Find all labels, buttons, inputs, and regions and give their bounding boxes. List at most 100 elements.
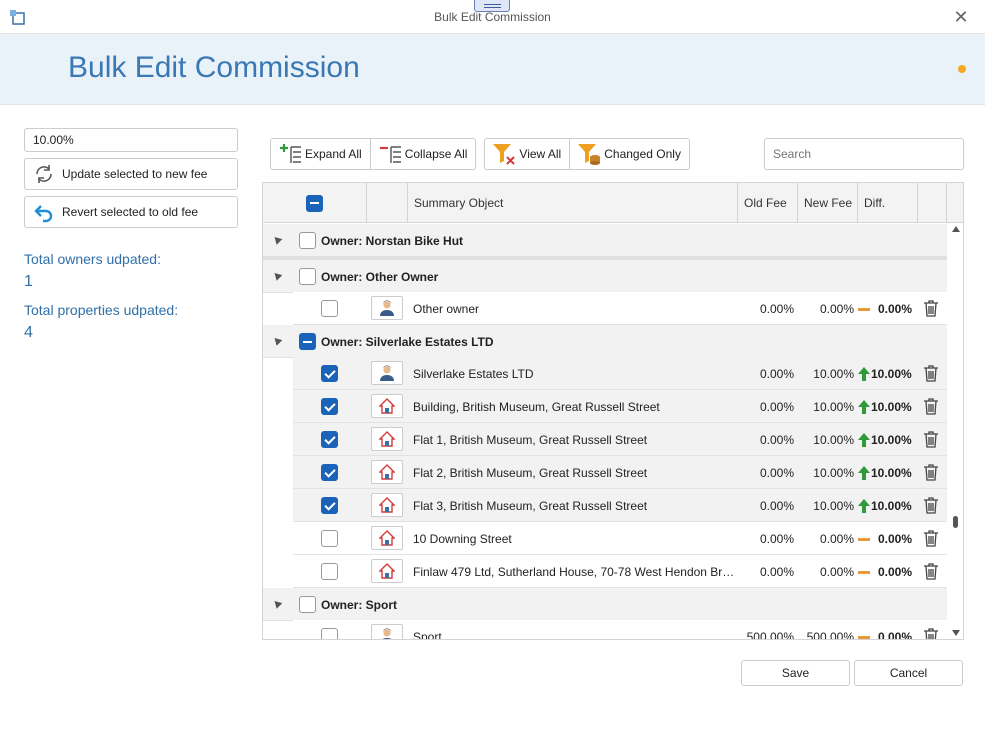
arrow-up-icon bbox=[858, 400, 870, 414]
row-checkbox[interactable] bbox=[321, 365, 338, 382]
group-row[interactable]: Owner: Sport bbox=[263, 588, 947, 621]
expand-toggle-icon[interactable] bbox=[271, 598, 283, 609]
summary-cell: Silverlake Estates LTD bbox=[413, 367, 534, 381]
table-row[interactable]: Flat 1, British Museum, Great Russell St… bbox=[293, 423, 947, 456]
revert-selected-button[interactable]: Revert selected to old fee bbox=[24, 196, 238, 228]
delete-icon[interactable] bbox=[923, 464, 939, 481]
no-change-icon bbox=[858, 307, 870, 311]
owners-updated-value: 1 bbox=[24, 273, 33, 290]
diff-value: 10.00% bbox=[871, 466, 912, 480]
changed-only-label: Changed Only bbox=[604, 147, 681, 161]
group-checkbox[interactable] bbox=[299, 232, 316, 249]
group-checkbox[interactable] bbox=[299, 596, 316, 613]
header-new-fee[interactable]: New Fee bbox=[798, 183, 858, 223]
delete-icon[interactable] bbox=[923, 300, 939, 317]
status-dot bbox=[958, 65, 966, 73]
row-checkbox[interactable] bbox=[321, 530, 338, 547]
new-fee-cell: 10.00% bbox=[813, 400, 854, 414]
select-all-checkbox[interactable] bbox=[306, 194, 323, 212]
no-change-icon bbox=[858, 537, 870, 541]
group-checkbox[interactable] bbox=[299, 333, 316, 350]
view-all-label: View All bbox=[519, 147, 562, 161]
diff-value: 0.00% bbox=[878, 630, 913, 640]
table-row[interactable]: Building, British Museum, Great Russell … bbox=[293, 390, 947, 423]
delete-icon[interactable] bbox=[923, 628, 939, 639]
group-title: Owner: Sport bbox=[321, 598, 398, 612]
drag-handle[interactable] bbox=[474, 0, 510, 12]
table-row[interactable]: Finlaw 479 Ltd, Sutherland House, 70-78 … bbox=[293, 555, 947, 588]
close-icon[interactable]: ✕ bbox=[951, 7, 971, 27]
house-icon bbox=[371, 460, 403, 484]
row-checkbox[interactable] bbox=[321, 431, 338, 448]
row-checkbox[interactable] bbox=[321, 398, 338, 415]
old-fee-cell: 0.00% bbox=[759, 466, 794, 480]
arrow-up-icon bbox=[858, 367, 870, 381]
owners-updated-label: Total owners udpated: bbox=[24, 251, 161, 267]
delete-icon[interactable] bbox=[923, 563, 939, 580]
old-fee-cell: 0.00% bbox=[759, 400, 794, 414]
header-icon-cell bbox=[367, 183, 408, 223]
diff-value: 10.00% bbox=[871, 367, 912, 381]
grid-toolbar: Expand All Collapse All View All Changed… bbox=[270, 138, 690, 170]
old-fee-cell: 0.00% bbox=[759, 532, 794, 546]
row-checkbox[interactable] bbox=[321, 497, 338, 514]
house-icon bbox=[371, 559, 403, 583]
collapse-all-icon bbox=[377, 141, 403, 167]
group-checkbox[interactable] bbox=[299, 268, 316, 285]
table-row[interactable]: Flat 2, British Museum, Great Russell St… bbox=[293, 456, 947, 489]
changed-only-button[interactable]: Changed Only bbox=[569, 139, 689, 169]
house-icon bbox=[371, 493, 403, 517]
diff-value: 0.00% bbox=[878, 302, 913, 316]
commission-grid: Summary Object Old Fee New Fee Diff. Own… bbox=[262, 182, 964, 640]
refresh-icon bbox=[33, 163, 55, 185]
table-row[interactable]: Silverlake Estates LTD 0.00% 10.00% 10.0… bbox=[293, 357, 947, 390]
new-fee-input[interactable] bbox=[24, 128, 238, 152]
expand-all-button[interactable]: Expand All bbox=[271, 139, 370, 169]
row-checkbox[interactable] bbox=[321, 300, 338, 317]
house-icon bbox=[371, 394, 403, 418]
view-all-button[interactable]: View All bbox=[485, 139, 569, 169]
header-actions bbox=[918, 183, 947, 223]
delete-icon[interactable] bbox=[923, 365, 939, 382]
person-icon bbox=[371, 296, 403, 320]
diff-cell: 0.00% bbox=[858, 630, 916, 640]
new-fee-cell: 10.00% bbox=[813, 367, 854, 381]
update-selected-button[interactable]: Update selected to new fee bbox=[24, 158, 238, 190]
delete-icon[interactable] bbox=[923, 497, 939, 514]
group-row[interactable]: Owner: Norstan Bike Hut bbox=[263, 224, 947, 257]
expand-toggle-icon[interactable] bbox=[271, 335, 283, 346]
table-row[interactable]: Flat 3, British Museum, Great Russell St… bbox=[293, 489, 947, 522]
summary-cell: Flat 2, British Museum, Great Russell St… bbox=[413, 466, 648, 480]
scroll-up-icon[interactable] bbox=[952, 226, 960, 232]
cancel-button[interactable]: Cancel bbox=[854, 660, 963, 686]
delete-icon[interactable] bbox=[923, 431, 939, 448]
undo-icon bbox=[33, 201, 55, 223]
collapse-all-button[interactable]: Collapse All bbox=[369, 139, 476, 169]
table-row[interactable]: Sport 500.00% 500.00% 0.00% bbox=[293, 620, 947, 640]
save-button[interactable]: Save bbox=[741, 660, 850, 686]
scroll-thumb[interactable] bbox=[953, 516, 958, 528]
table-row[interactable]: Other owner 0.00% 0.00% 0.00% bbox=[293, 292, 947, 325]
grid-body: Owner: Norstan Bike Hut Owner: Other Own… bbox=[263, 224, 947, 640]
row-checkbox[interactable] bbox=[321, 464, 338, 481]
scroll-down-icon[interactable] bbox=[952, 630, 960, 636]
expand-toggle-icon[interactable] bbox=[271, 270, 283, 281]
header-old-fee[interactable]: Old Fee bbox=[738, 183, 798, 223]
search-input[interactable] bbox=[764, 138, 964, 170]
expand-toggle-icon[interactable] bbox=[271, 234, 283, 245]
row-checkbox[interactable] bbox=[321, 628, 338, 639]
vertical-scrollbar[interactable] bbox=[949, 224, 963, 639]
delete-icon[interactable] bbox=[923, 398, 939, 415]
revert-selected-label: Revert selected to old fee bbox=[62, 205, 199, 219]
header-summary[interactable]: Summary Object bbox=[408, 183, 738, 223]
row-checkbox[interactable] bbox=[321, 563, 338, 580]
delete-icon[interactable] bbox=[923, 530, 939, 547]
summary-cell: Building, British Museum, Great Russell … bbox=[413, 400, 660, 414]
group-row[interactable]: Owner: Other Owner bbox=[263, 260, 947, 293]
diff-cell: 10.00% bbox=[858, 499, 916, 513]
header-diff[interactable]: Diff. bbox=[858, 183, 918, 223]
diff-cell: 0.00% bbox=[858, 565, 916, 579]
table-row[interactable]: 10 Downing Street 0.00% 0.00% 0.00% bbox=[293, 522, 947, 555]
group-row[interactable]: Owner: Silverlake Estates LTD bbox=[263, 325, 947, 358]
filter-changed-icon bbox=[576, 141, 602, 167]
